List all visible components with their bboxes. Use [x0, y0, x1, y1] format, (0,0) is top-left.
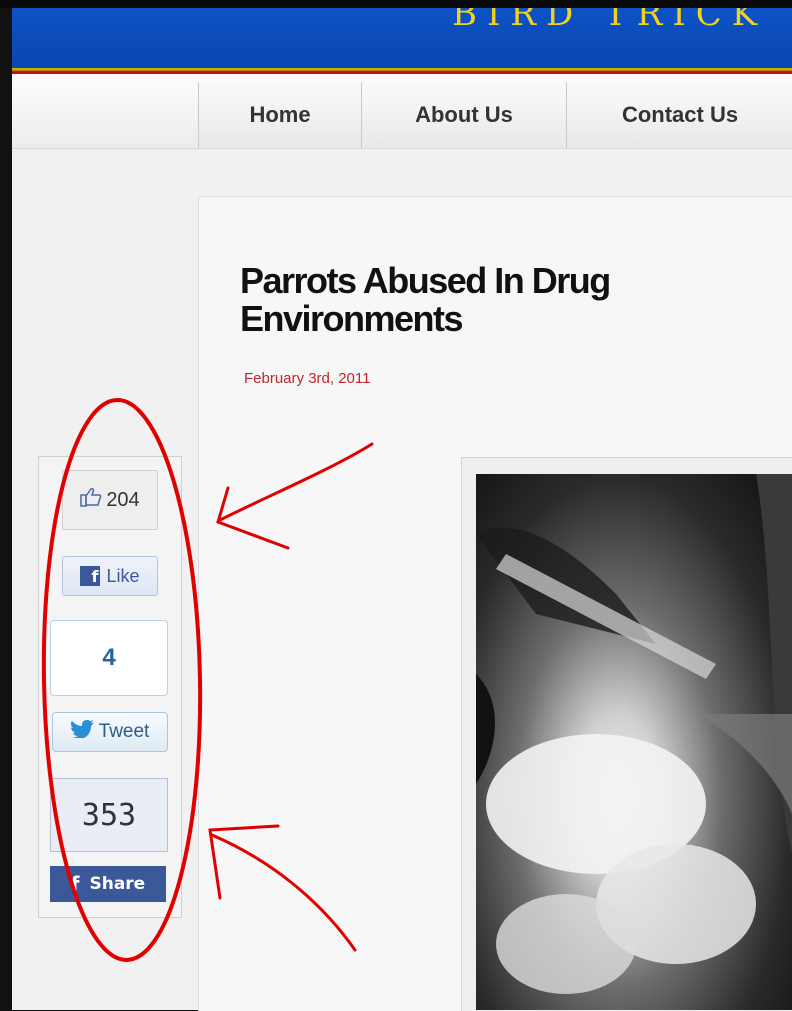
- photo-texture: [476, 474, 792, 994]
- main-navigation: Home About Us Contact Us: [12, 74, 792, 149]
- nav-item-home[interactable]: Home: [198, 82, 361, 148]
- content-top-spacer: [198, 149, 792, 196]
- tweet-count: 4: [102, 644, 116, 671]
- facebook-like-count: 204: [106, 488, 140, 511]
- facebook-share-count-bubble: 353: [50, 778, 168, 852]
- facebook-share-button[interactable]: f Share: [50, 866, 166, 902]
- facebook-share-count: 353: [81, 797, 137, 833]
- thumbs-up-icon: [80, 487, 102, 513]
- facebook-f-icon: f: [70, 872, 80, 896]
- article-title[interactable]: Parrots Abused In Drug Environments: [240, 262, 760, 338]
- nav-item-about-us[interactable]: About Us: [361, 82, 566, 148]
- nav-item-contact-us[interactable]: Contact Us: [566, 82, 792, 148]
- top-bar: [0, 0, 792, 8]
- facebook-f-icon: f: [80, 566, 101, 586]
- facebook-like-button[interactable]: f Like: [62, 556, 158, 596]
- facebook-like-count-bubble: 204: [62, 470, 158, 530]
- tweet-count-bubble: 4: [50, 620, 168, 696]
- article-date: February 3rd, 2011: [244, 370, 371, 387]
- tweet-button[interactable]: Tweet: [52, 712, 168, 752]
- tweet-label: Tweet: [98, 721, 150, 742]
- site-logo-text[interactable]: BIRD TRICK: [452, 8, 767, 34]
- site-header: BIRD TRICK: [12, 8, 792, 68]
- facebook-like-label: Like: [106, 565, 140, 586]
- article-photo: [476, 474, 792, 1010]
- facebook-share-label: Share: [89, 874, 146, 894]
- twitter-bird-icon: [70, 720, 95, 744]
